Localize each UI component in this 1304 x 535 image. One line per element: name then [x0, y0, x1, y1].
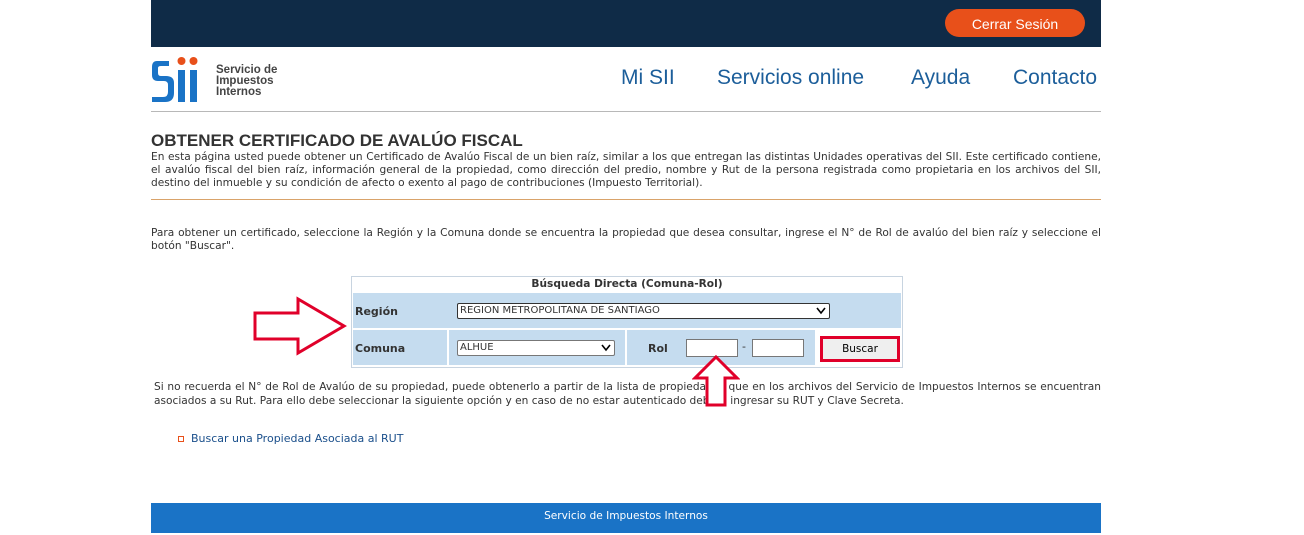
nav-mi-sii[interactable]: Mi SII [621, 66, 675, 90]
rut-property-link[interactable]: Buscar una Propiedad Asociada al RUT [191, 432, 403, 445]
site-header: Servicio de Impuestos Internos Mi SII Se… [151, 47, 1101, 112]
link-row: Buscar una Propiedad Asociada al RUT [178, 432, 403, 445]
footer: Servicio de Impuestos Internos [151, 503, 1101, 533]
comuna-label: Comuna [355, 342, 406, 355]
rol-input-dv[interactable] [752, 339, 804, 357]
search-panel: Búsqueda Directa (Comuna-Rol) Región REG… [351, 276, 903, 368]
instructions-text: Para obtener un certificado, seleccione … [151, 227, 1101, 252]
buscar-button[interactable]: Buscar [820, 336, 900, 362]
chevron-down-icon [816, 307, 826, 315]
footer-text: Servicio de Impuestos Internos [544, 510, 708, 522]
region-label: Región [355, 305, 398, 318]
nav-ayuda[interactable]: Ayuda [911, 66, 970, 90]
rol-input-main[interactable] [686, 339, 738, 357]
region-select[interactable]: REGION METROPOLITANA DE SANTIAGO [457, 303, 830, 319]
hint-text: Si no recuerda el N° de Rol de Avalúo de… [154, 381, 1101, 407]
chevron-down-icon [601, 344, 611, 352]
page-wrapper: Cerrar Sesión Servicio de Impuestos Inte… [151, 0, 1101, 535]
region-selected-value: REGION METROPOLITANA DE SANTIAGO [460, 305, 660, 316]
main-nav: Mi SII Servicios online Ayuda Contacto [151, 66, 1101, 96]
page-title: OBTENER CERTIFICADO DE AVALÚO FISCAL [151, 131, 523, 150]
search-panel-title: Búsqueda Directa (Comuna-Rol) [531, 278, 723, 290]
top-bar: Cerrar Sesión [151, 0, 1101, 47]
nav-contacto[interactable]: Contacto [1013, 66, 1097, 90]
section-divider [151, 199, 1101, 200]
rol-separator: - [742, 340, 746, 353]
logout-button[interactable]: Cerrar Sesión [945, 9, 1085, 37]
intro-text: En esta página usted puede obtener un Ce… [151, 151, 1101, 189]
nav-servicios-online[interactable]: Servicios online [717, 66, 864, 90]
comuna-selected-value: ALHUE [460, 342, 494, 353]
bullet-icon [178, 436, 184, 442]
rol-label: Rol [648, 342, 668, 355]
comuna-select[interactable]: ALHUE [457, 340, 615, 356]
